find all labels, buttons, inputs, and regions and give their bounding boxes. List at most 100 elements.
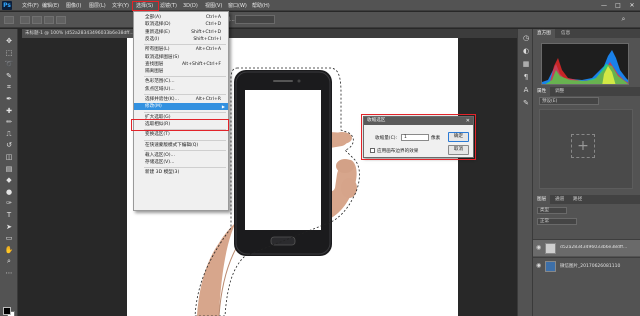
foreground-color-swatch[interactable] xyxy=(3,307,11,315)
tab-channels[interactable]: 通道 xyxy=(551,195,568,204)
select-menu-item[interactable]: 变换选区(T) xyxy=(134,131,228,138)
menu-item-shortcut: Shift+Ctrl+D xyxy=(191,29,221,35)
tab-layers[interactable]: 图层 xyxy=(533,195,551,204)
add-mask-icon[interactable]: + xyxy=(571,134,595,158)
phone-home-button xyxy=(270,236,296,246)
menu-edit[interactable]: 编辑(E) xyxy=(42,2,59,10)
photoshop-logo: Ps xyxy=(2,1,12,10)
minimize-icon[interactable]: — xyxy=(597,1,611,10)
menu-item-label: 存储选区(V)... xyxy=(145,160,175,166)
select-menu-item[interactable]: 所有图层(L) Alt+Ctrl+A xyxy=(134,46,228,53)
move-tool-icon[interactable]: ✥ xyxy=(4,37,14,46)
right-panels: 直方图 信息 属性 调整 预设(E) + 图层 通道 路径 类型 正常 ◉ d5 xyxy=(533,29,640,316)
menu-window[interactable]: 窗口(W) xyxy=(228,2,247,10)
eraser-tool-icon[interactable]: ◫ xyxy=(4,153,14,162)
pen-tool-icon[interactable]: ✑ xyxy=(4,199,14,208)
submenu-arrow-icon: ▶ xyxy=(221,104,225,110)
select-menu-item[interactable]: 取消选择图层(S) xyxy=(134,54,228,61)
tab-paths[interactable]: 路径 xyxy=(569,195,586,204)
menu-file[interactable]: 文件(F) xyxy=(22,2,39,10)
subtract-selection-button[interactable] xyxy=(44,16,54,24)
more-tools-icon[interactable]: ⋯ xyxy=(4,269,14,278)
path-select-tool-icon[interactable]: ➤ xyxy=(4,223,14,232)
history-brush-icon[interactable]: ↺ xyxy=(4,141,14,150)
shape-tool-icon[interactable]: ▭ xyxy=(4,234,14,243)
maximize-icon[interactable]: □ xyxy=(611,1,625,10)
quick-select-tool-icon[interactable]: ✎ xyxy=(4,72,14,81)
select-menu-item[interactable]: 取消选择(D) Ctrl+D xyxy=(134,21,228,28)
select-menu-item[interactable]: 重新选择(E) Shift+Ctrl+D xyxy=(134,29,228,36)
marquee-tool-icon[interactable]: ⬚ xyxy=(4,49,14,58)
menu-item-label: 焦点区域(U)... xyxy=(145,86,175,92)
tab-histogram[interactable]: 直方图 xyxy=(533,29,555,38)
select-menu-item[interactable]: 色彩范围(C)... xyxy=(134,78,228,85)
close-window-icon[interactable]: ✕ xyxy=(625,1,639,10)
preset-select[interactable]: 预设(E) xyxy=(539,97,599,105)
stamp-tool-icon[interactable]: ⎍ xyxy=(4,130,14,139)
select-menu-item[interactable]: 在快速蒙版模式下编辑(Q) xyxy=(134,142,228,149)
tab-properties[interactable]: 属性 xyxy=(533,87,551,96)
select-menu-item[interactable]: 修改(M) ▶ xyxy=(134,103,228,111)
select-menu-item[interactable]: 全部(A) Ctrl+A xyxy=(134,14,228,21)
menu-type[interactable]: 文字(Y) xyxy=(112,2,129,10)
eye-icon[interactable]: ◉ xyxy=(536,245,541,251)
menu-item-label: 载入选区(O)... xyxy=(145,152,175,158)
dodge-tool-icon[interactable]: ● xyxy=(4,188,14,197)
menu-item-label: 新建 3D 模型(3) xyxy=(145,170,180,176)
panel-icon-strip: ◷ ◐ ▦ ¶ A ✎ xyxy=(517,29,533,316)
menu-item-shortcut: Shift+Ctrl+I xyxy=(193,36,221,42)
new-selection-button[interactable] xyxy=(20,16,30,24)
menu-item-shortcut: Alt+Ctrl+R xyxy=(195,97,221,102)
hand-tool-icon[interactable]: ✋ xyxy=(4,246,14,255)
type-tool-icon[interactable]: T xyxy=(4,211,14,220)
lasso-tool-icon[interactable]: ➰ xyxy=(4,60,14,69)
menu-view[interactable]: 视图(V) xyxy=(205,2,222,10)
color-icon[interactable]: ◐ xyxy=(521,46,531,56)
intersect-selection-button[interactable] xyxy=(56,16,66,24)
healing-tool-icon[interactable]: ✚ xyxy=(4,107,14,116)
select-menu-item[interactable]: 隔离图层 xyxy=(134,68,228,75)
tab-info[interactable]: 信息 xyxy=(557,29,574,38)
add-selection-button[interactable] xyxy=(32,16,42,24)
blend-mode-select[interactable]: 正常 xyxy=(537,218,577,225)
menu-layer[interactable]: 图层(L) xyxy=(89,2,106,10)
eyedropper-tool-icon[interactable]: ✒ xyxy=(4,95,14,104)
histogram-chart xyxy=(541,43,629,85)
tab-adjustments[interactable]: 调整 xyxy=(551,87,568,96)
zoom-tool-icon[interactable]: ⌕ xyxy=(4,257,14,266)
select-menu-item[interactable]: 查找图层 Alt+Shift+Ctrl+F xyxy=(134,61,228,68)
select-menu-item[interactable]: 存储选区(V)... xyxy=(134,159,228,166)
layer-row[interactable]: ◉ d52a28343496033b6e38dff... xyxy=(533,239,640,256)
layer-kind-select[interactable]: 类型 xyxy=(537,207,567,214)
options-field[interactable] xyxy=(235,15,275,24)
select-menu-item[interactable]: 选择并遮住(K)... Alt+Ctrl+R xyxy=(134,96,228,103)
layers-panel: 图层 通道 路径 类型 正常 ◉ d52a28343496033b6e38dff… xyxy=(533,195,640,316)
blur-tool-icon[interactable]: ◆ xyxy=(4,176,14,185)
search-icon[interactable]: ⌕ xyxy=(619,15,628,24)
menu-item-label: 所有图层(L) xyxy=(145,47,170,53)
select-menu-dropdown: 全部(A) Ctrl+A 取消选择(D) Ctrl+D 重新选择(E) Shift+Ctr… xyxy=(133,11,229,211)
menu-3d[interactable]: 3D(D) xyxy=(183,2,198,10)
menu-filter[interactable]: 滤镜(T) xyxy=(160,2,177,10)
gradient-tool-icon[interactable]: ▤ xyxy=(4,165,14,174)
menu-image[interactable]: 图像(I) xyxy=(66,2,81,10)
swatches-icon[interactable]: ▦ xyxy=(521,59,531,69)
select-menu-item[interactable]: 新建 3D 模型(3) xyxy=(134,169,228,176)
tool-preset-button[interactable] xyxy=(4,16,14,24)
character-icon[interactable]: A xyxy=(521,85,531,95)
brush-settings-icon[interactable]: ✎ xyxy=(521,98,531,108)
eye-icon[interactable]: ◉ xyxy=(536,263,541,269)
phone-camera xyxy=(297,79,301,83)
paragraph-icon[interactable]: ¶ xyxy=(521,72,531,82)
finger-middle xyxy=(336,159,354,173)
layer-row[interactable]: ◉ 微信图片_20170626081110 xyxy=(533,257,640,274)
brush-tool-icon[interactable]: ✏ xyxy=(4,118,14,127)
menu-help[interactable]: 帮助(H) xyxy=(252,2,270,10)
layer-blend-row: 正常 xyxy=(533,217,640,226)
select-menu-item[interactable]: 焦点区域(U)... xyxy=(134,86,228,93)
history-icon[interactable]: ◷ xyxy=(521,33,531,43)
select-menu-item[interactable]: 反选(I) Shift+Ctrl+I xyxy=(134,36,228,43)
crop-tool-icon[interactable]: ⌗ xyxy=(4,83,14,92)
select-menu-item[interactable]: 载入选区(O)... xyxy=(134,152,228,159)
menu-item-label: 在快速蒙版模式下编辑(Q) xyxy=(145,142,199,148)
